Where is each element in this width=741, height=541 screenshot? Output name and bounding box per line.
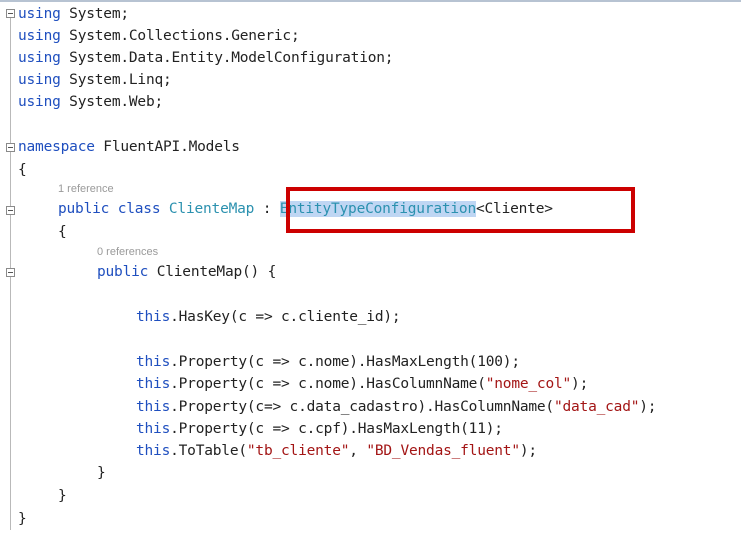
statement-end: ); [571, 376, 589, 392]
keyword-this: this [136, 354, 171, 370]
editor-top-border [0, 0, 741, 2]
code-line-using[interactable]: using System.Data.Entity.ModelConfigurat… [18, 48, 394, 68]
collapse-class-icon[interactable] [6, 206, 15, 215]
code-line-haskey[interactable]: this.HasKey(c => c.cliente_id); [136, 307, 401, 327]
keyword-this: this [136, 309, 171, 325]
using-namespace: System.Collections.Generic; [60, 28, 300, 44]
using-namespace: System.Data.Entity.ModelConfiguration; [60, 50, 394, 66]
argument-separator: , [349, 443, 367, 459]
using-namespace: System.Linq; [60, 72, 172, 88]
keyword-using: using [18, 6, 61, 22]
class-open-brace[interactable]: { [58, 222, 67, 242]
class-colon: : [254, 201, 280, 217]
using-namespace: System.Web; [60, 94, 164, 110]
string-literal: "tb_cliente" [246, 443, 350, 459]
namespace-close-brace[interactable]: } [18, 509, 27, 529]
keyword-using: using [18, 94, 61, 110]
collapse-usings-icon[interactable] [6, 9, 15, 18]
class-name: ClienteMap [168, 201, 255, 217]
keyword-this: this [136, 376, 171, 392]
constructor-close-brace[interactable]: } [97, 463, 106, 483]
haskey-call: .HasKey(c => c.cliente_id); [170, 309, 401, 325]
keyword-namespace: namespace [18, 139, 95, 155]
property-call: .Property(c => c.nome).HasMaxLength(100)… [170, 354, 520, 370]
collapse-namespace-icon[interactable] [6, 143, 15, 152]
class-modifiers: public class [58, 201, 169, 217]
constructor-modifier: public [97, 264, 157, 280]
class-references-codelens[interactable]: 1 reference [58, 183, 114, 195]
code-line-property[interactable]: this.Property(c => c.nome).HasMaxLength(… [136, 352, 520, 372]
string-literal: "nome_col" [485, 376, 572, 392]
keyword-using: using [18, 50, 61, 66]
code-line-using[interactable]: using System.Collections.Generic; [18, 26, 300, 46]
keyword-this: this [136, 399, 171, 415]
keyword-this: this [136, 443, 171, 459]
code-line-using[interactable]: using System.Linq; [18, 70, 172, 90]
totable-call: .ToTable( [170, 443, 247, 459]
code-line-constructor[interactable]: public ClienteMap() { [97, 262, 276, 282]
property-call: .Property(c=> c.data_cadastro).HasColumn… [170, 399, 554, 415]
keyword-using: using [18, 72, 61, 88]
statement-end: ); [639, 399, 657, 415]
property-call: .Property(c => c.nome).HasColumnName( [170, 376, 486, 392]
namespace-name: FluentAPI.Models [94, 139, 240, 155]
code-line-namespace[interactable]: namespace FluentAPI.Models [18, 137, 240, 157]
class-close-brace[interactable]: } [58, 486, 67, 506]
code-line-property[interactable]: this.Property(c => c.cpf).HasMaxLength(1… [136, 419, 503, 439]
statement-end: ); [519, 443, 537, 459]
collapse-constructor-icon[interactable] [6, 268, 15, 277]
keyword-using: using [18, 28, 61, 44]
constructor-references-codelens[interactable]: 0 references [97, 246, 158, 258]
constructor-name: ClienteMap() { [156, 264, 277, 280]
code-editor[interactable]: using System; using System.Collections.G… [0, 0, 741, 541]
keyword-this: this [136, 421, 171, 437]
code-line-using[interactable]: using System.Web; [18, 92, 163, 112]
annotation-highlight-box [286, 187, 635, 233]
code-line-totable[interactable]: this.ToTable("tb_cliente", "BD_Vendas_fl… [136, 441, 537, 461]
string-literal: "data_cad" [553, 399, 640, 415]
property-call: .Property(c => c.cpf).HasMaxLength(11); [170, 421, 503, 437]
using-namespace: System; [60, 6, 129, 22]
code-line-property[interactable]: this.Property(c => c.nome).HasColumnName… [136, 374, 588, 394]
code-line-property[interactable]: this.Property(c=> c.data_cadastro).HasCo… [136, 397, 657, 417]
code-line-using[interactable]: using System; [18, 4, 129, 24]
string-literal: "BD_Vendas_fluent" [366, 443, 520, 459]
namespace-open-brace[interactable]: { [18, 160, 27, 180]
